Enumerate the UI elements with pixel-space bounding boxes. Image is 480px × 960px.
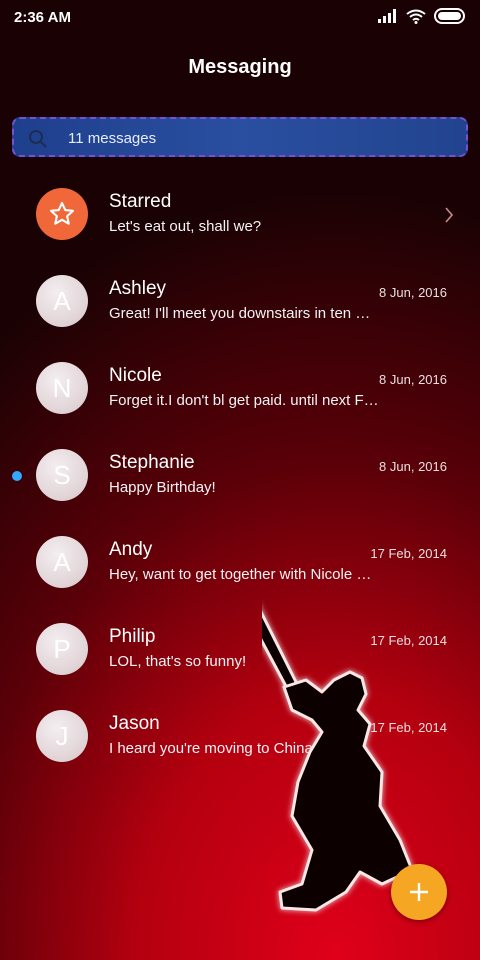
conversation-preview: Hey, want to get together with Nicole … bbox=[109, 566, 372, 583]
conversation-name: Stephanie bbox=[109, 452, 195, 473]
conversation-row[interactable]: N Nicole 8 Jun, 2016 Forget it.I don't b… bbox=[0, 344, 480, 431]
status-icons bbox=[378, 8, 466, 24]
conversation-row-starred[interactable]: Starred Let's eat out, shall we? bbox=[0, 170, 480, 257]
conversation-preview: Forget it.I don't bl get paid. until nex… bbox=[109, 392, 379, 409]
search-summary: 11 messages bbox=[68, 130, 157, 147]
conversation-name: Starred bbox=[109, 191, 172, 212]
status-bar: 2:36 AM bbox=[0, 0, 480, 34]
conversation-name: Nicole bbox=[109, 365, 162, 386]
conversation-date: 17 Feb, 2014 bbox=[370, 546, 447, 561]
search-bar[interactable]: 11 messages bbox=[12, 117, 468, 157]
conversation-name: Ashley bbox=[109, 278, 167, 299]
conversation-preview: Let's eat out, shall we? bbox=[109, 218, 262, 235]
conversation-preview: Great! I'll meet you downstairs in ten … bbox=[109, 305, 371, 322]
avatar: A bbox=[36, 275, 88, 327]
status-time: 2:36 AM bbox=[14, 9, 71, 26]
conversation-preview: LOL, that's so funny! bbox=[109, 653, 247, 670]
wifi-icon bbox=[406, 9, 426, 24]
conversation-name: Philip bbox=[109, 626, 156, 647]
conversation-row[interactable]: A Ashley 8 Jun, 2016 Great! I'll meet yo… bbox=[0, 257, 480, 344]
conversation-name: Andy bbox=[109, 539, 153, 560]
plus-icon bbox=[410, 883, 428, 901]
starred-avatar bbox=[36, 188, 88, 240]
avatar: A bbox=[36, 536, 88, 588]
avatar: S bbox=[36, 449, 88, 501]
conversation-date: 8 Jun, 2016 bbox=[379, 372, 447, 387]
battery-icon bbox=[434, 8, 465, 24]
conversation-date: 8 Jun, 2016 bbox=[379, 285, 447, 300]
page-title: Messaging bbox=[188, 56, 292, 78]
compose-button[interactable] bbox=[391, 864, 447, 920]
avatar: P bbox=[36, 623, 88, 675]
unread-indicator bbox=[12, 471, 22, 481]
chevron-right-icon bbox=[445, 207, 454, 223]
search-icon bbox=[29, 130, 47, 148]
conversation-preview: Happy Birthday! bbox=[109, 479, 216, 496]
avatar: J bbox=[36, 710, 88, 762]
conversation-date: 8 Jun, 2016 bbox=[379, 459, 447, 474]
signal-icon bbox=[378, 9, 396, 23]
avatar: N bbox=[36, 362, 88, 414]
star-icon bbox=[49, 201, 75, 225]
conversation-name: Jason bbox=[109, 713, 160, 734]
conversation-row[interactable]: S Stephanie 8 Jun, 2016 Happy Birthday! bbox=[0, 431, 480, 518]
